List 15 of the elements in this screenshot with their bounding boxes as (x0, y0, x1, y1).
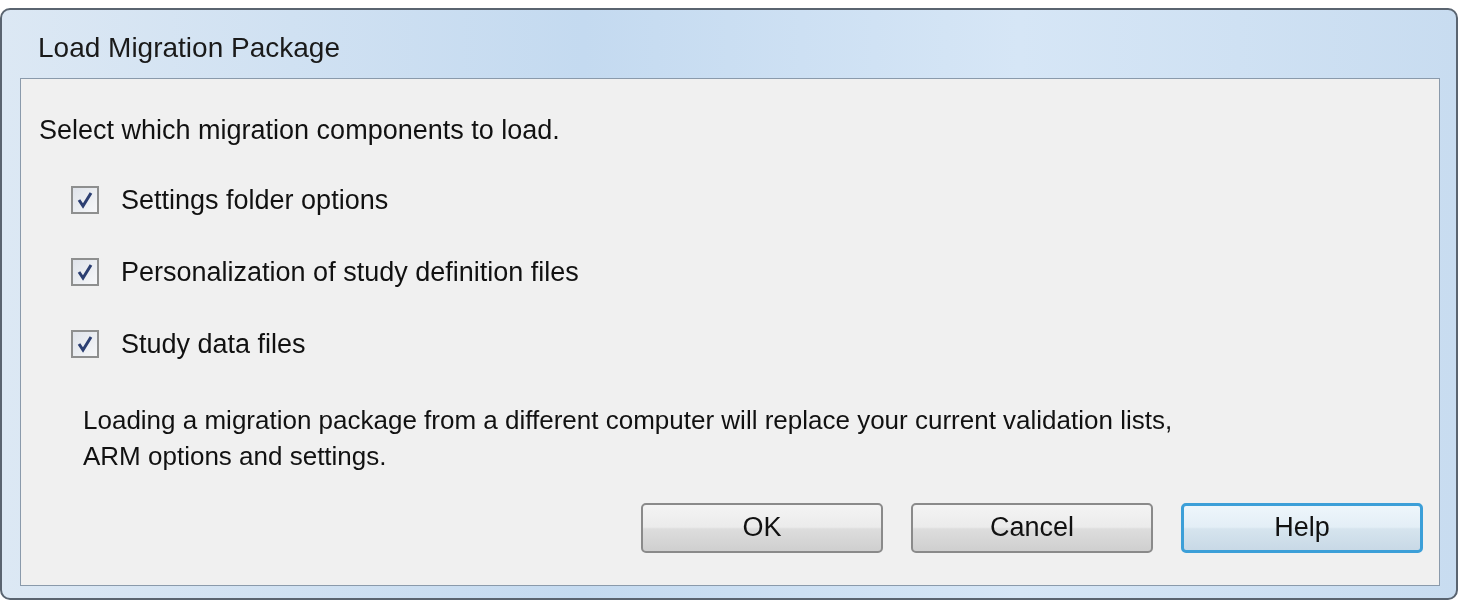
warning-text: Loading a migration package from a different computer will replace your current validation lists, ARM options and settings. (83, 404, 1173, 474)
checkbox-label: Personalization of study definition files (121, 256, 579, 288)
check-icon (75, 262, 95, 282)
checkbox[interactable] (71, 186, 99, 214)
checkbox-label: Study data files (121, 328, 306, 360)
check-icon (75, 334, 95, 354)
dialog-button[interactable]: Help (1181, 502, 1423, 553)
checkbox[interactable] (71, 258, 99, 286)
dialog-button[interactable]: Cancel (911, 502, 1153, 553)
checkbox[interactable] (71, 330, 99, 358)
dialog-button[interactable]: OK (641, 502, 883, 553)
check-icon (75, 190, 95, 210)
instruction-text: Select which migration components to load. (39, 115, 560, 146)
checkbox-label: Settings folder options (121, 184, 389, 216)
window-title: Load Migration Package (37, 31, 340, 65)
